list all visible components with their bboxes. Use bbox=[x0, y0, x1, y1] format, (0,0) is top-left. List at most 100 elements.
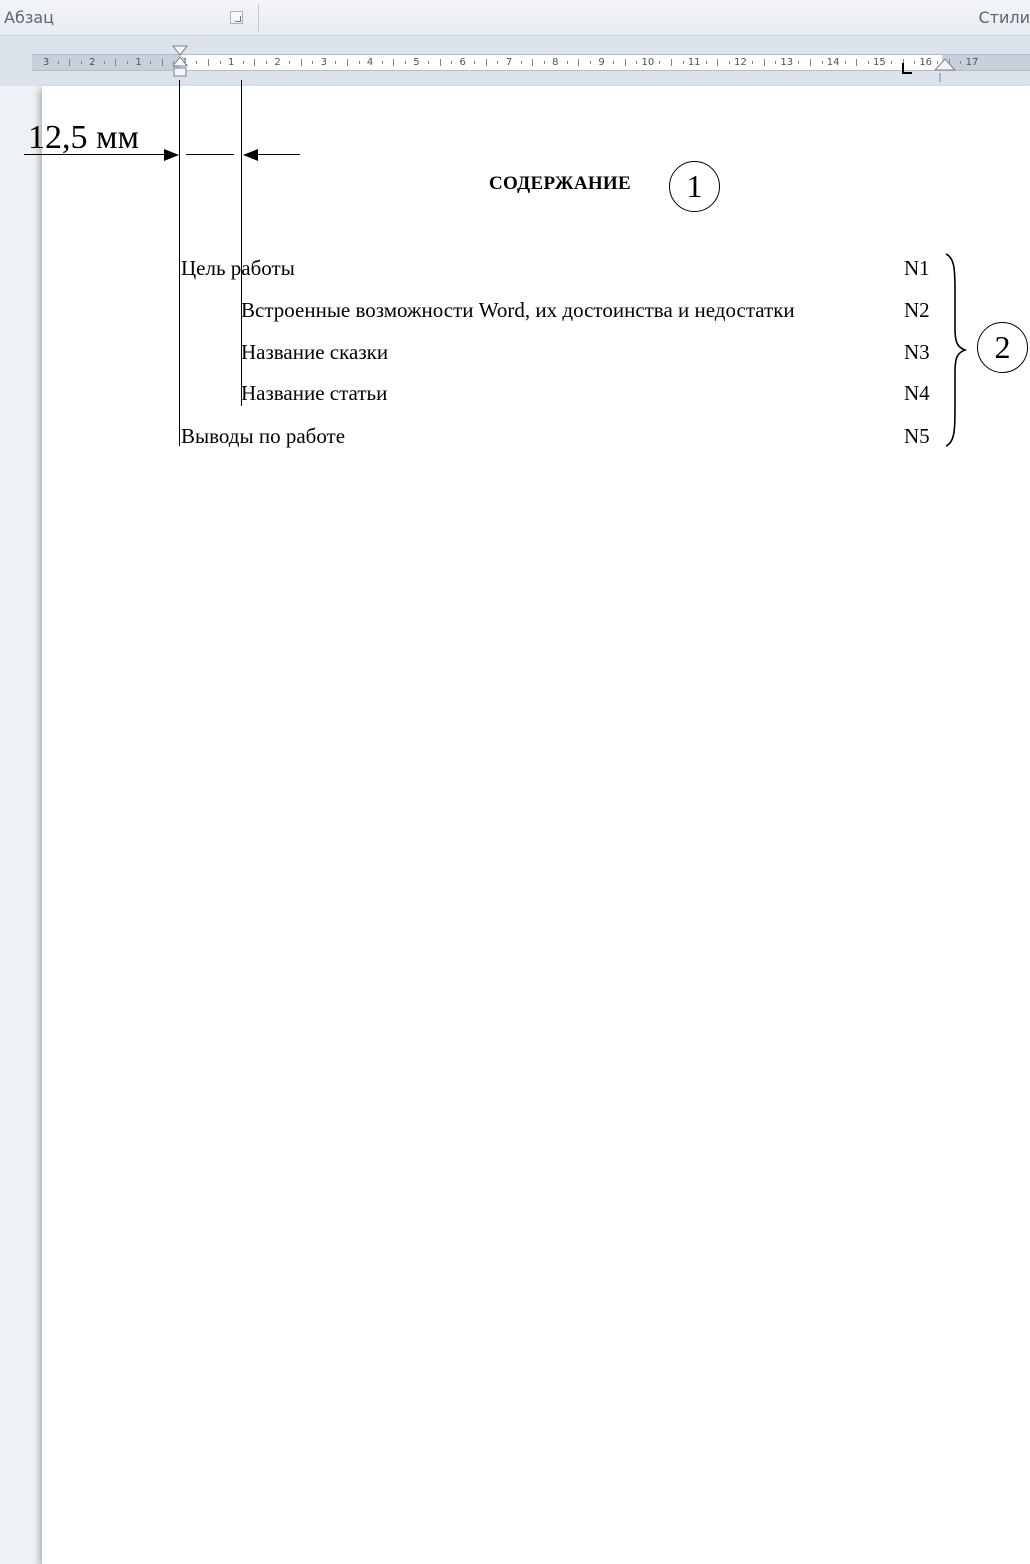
toc-entry-page: N2 bbox=[904, 298, 930, 322]
ruler-tick bbox=[624, 59, 626, 66]
toc-entry-page: N1 bbox=[904, 256, 930, 280]
ruler-tick bbox=[671, 59, 673, 66]
ruler-tick bbox=[809, 59, 811, 66]
ruler-tick bbox=[543, 61, 545, 64]
ruler-tick bbox=[254, 59, 256, 66]
ruler-left-margin bbox=[32, 55, 180, 70]
ruler-number: 13 bbox=[780, 57, 794, 68]
ruler-tick bbox=[404, 61, 406, 64]
measure-line-mid bbox=[186, 154, 234, 155]
ruler-number: 12 bbox=[734, 57, 747, 68]
ruler-tick bbox=[219, 61, 221, 64]
ruler-area: 32111234567891011121314151617 bbox=[0, 36, 1030, 86]
ruler-number: 11 bbox=[687, 57, 701, 68]
ruler-tick bbox=[520, 61, 522, 64]
ruler-tick bbox=[103, 61, 105, 64]
toc-entry-text[interactable]: Цель работы bbox=[181, 256, 295, 280]
ruler-number: 15 bbox=[873, 57, 886, 68]
ruler-tick bbox=[358, 61, 360, 64]
ruler-tick bbox=[335, 61, 337, 64]
indent-marker-icon[interactable] bbox=[170, 44, 190, 84]
ruler-tick bbox=[346, 59, 348, 66]
styles-group-label: Стили bbox=[978, 8, 1030, 27]
indent-guide-line-first-level bbox=[179, 80, 180, 446]
ruler-tick bbox=[590, 61, 592, 64]
ruler-tick bbox=[566, 61, 568, 64]
ruler-tick bbox=[242, 61, 244, 64]
ruler-tick bbox=[821, 61, 823, 64]
ruler-tick bbox=[682, 61, 684, 64]
ribbon-divider bbox=[258, 4, 259, 32]
ruler-number: 3 bbox=[320, 57, 327, 68]
ruler-tick bbox=[381, 61, 383, 64]
ruler-number: 1 bbox=[228, 57, 235, 68]
ruler-tick bbox=[532, 59, 534, 66]
paragraph-group-label: Абзац bbox=[4, 8, 55, 27]
measure-line-left bbox=[24, 154, 172, 155]
ruler-tick bbox=[775, 61, 777, 64]
ruler-tick bbox=[578, 59, 580, 66]
ruler-tick bbox=[150, 61, 152, 64]
callout-marker-1: 1 bbox=[669, 161, 720, 212]
ruler-number: 17 bbox=[965, 57, 979, 68]
ruler-number: 6 bbox=[459, 57, 466, 68]
ruler-number: 10 bbox=[641, 57, 655, 68]
toc-entry-text[interactable]: Встроенные возможности Word, их достоинс… bbox=[241, 298, 795, 322]
ruler-number: 3 bbox=[42, 57, 50, 68]
ruler-tick bbox=[763, 59, 765, 66]
ruler-tick bbox=[485, 59, 487, 66]
ruler-number: 5 bbox=[413, 57, 420, 68]
toc-entry-text[interactable]: Название статьи bbox=[241, 381, 387, 405]
arrow-right-icon bbox=[164, 149, 179, 161]
ruler-tick bbox=[752, 61, 754, 64]
toc-title[interactable]: СОДЕРЖАНИЕ bbox=[489, 173, 631, 195]
ruler-number: 2 bbox=[274, 57, 281, 68]
ruler-number: 14 bbox=[826, 57, 840, 68]
ruler-tick bbox=[57, 61, 59, 64]
toc-entry-page: N3 bbox=[904, 340, 930, 364]
ruler-tick bbox=[161, 59, 163, 66]
paragraph-dialog-launcher-icon[interactable] bbox=[230, 11, 243, 24]
ruler-tick bbox=[300, 59, 302, 66]
ruler-tick bbox=[717, 59, 719, 66]
ruler-number: 7 bbox=[505, 57, 513, 68]
right-indent-marker-icon[interactable] bbox=[931, 54, 961, 86]
ruler-tick bbox=[80, 61, 82, 64]
callout-marker-2: 2 bbox=[977, 322, 1028, 373]
ruler-tick bbox=[728, 61, 730, 64]
ruler-tick bbox=[312, 61, 314, 64]
toc-entry-page: N4 bbox=[904, 381, 930, 405]
measure-line-right bbox=[252, 154, 300, 155]
ruler-tick bbox=[890, 61, 892, 64]
ruler-tick bbox=[867, 61, 869, 64]
ruler-tick bbox=[289, 61, 291, 64]
ruler-tick bbox=[798, 61, 800, 64]
ruler-tick bbox=[856, 59, 858, 66]
ruler-tick bbox=[427, 61, 429, 64]
ruler-tick bbox=[844, 61, 846, 64]
ruler-tick bbox=[69, 59, 71, 66]
ruler-tick bbox=[208, 59, 210, 66]
ruler-tick bbox=[393, 59, 395, 66]
ruler-number: 4 bbox=[366, 57, 374, 68]
ruler-number: 2 bbox=[89, 57, 96, 68]
toc-entry-page: N5 bbox=[904, 424, 930, 448]
ruler-tick bbox=[451, 61, 453, 64]
ruler-tick bbox=[636, 61, 638, 64]
ruler-tick bbox=[914, 61, 916, 64]
ruler-tick bbox=[497, 61, 499, 64]
left-tab-stop-icon[interactable] bbox=[900, 62, 914, 76]
ruler-tick bbox=[265, 61, 267, 64]
ruler-number: 9 bbox=[598, 57, 605, 68]
right-brace-icon bbox=[945, 253, 968, 447]
ruler-tick bbox=[705, 61, 707, 64]
ribbon-group-bar: Абзац Стили bbox=[0, 0, 1030, 36]
ruler-number: 1 bbox=[135, 57, 142, 68]
arrow-left-icon bbox=[243, 149, 258, 161]
ruler-tick bbox=[196, 61, 198, 64]
indent-measurement-label: 12,5 мм bbox=[28, 119, 140, 156]
toc-entry-text[interactable]: Выводы по работе bbox=[181, 424, 345, 448]
toc-entry-text[interactable]: Название сказки bbox=[241, 340, 388, 364]
ruler-tick bbox=[659, 61, 661, 64]
ruler-tick bbox=[613, 61, 615, 64]
